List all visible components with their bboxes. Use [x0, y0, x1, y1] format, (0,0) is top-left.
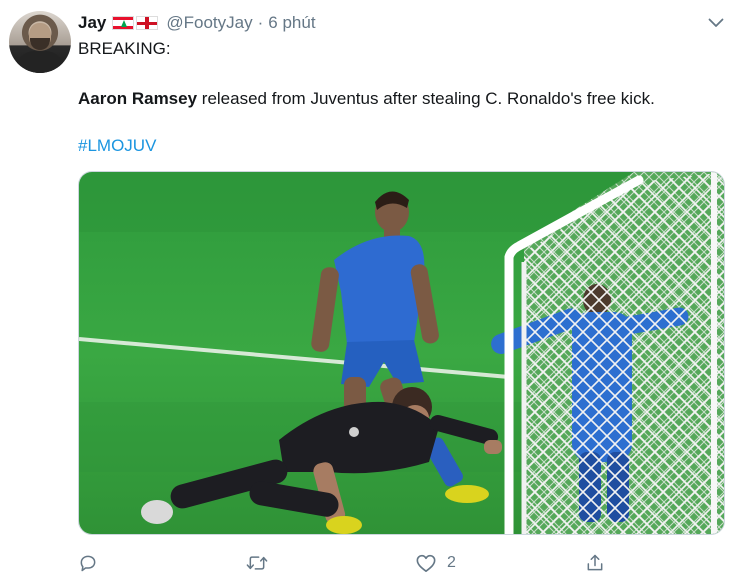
chevron-down-icon — [708, 18, 724, 27]
share-button[interactable] — [585, 553, 615, 573]
more-options-button[interactable] — [703, 12, 729, 34]
hashtag-line: #LMOJUV — [78, 135, 156, 157]
tweet-header: Jay @FootyJay · 6 phút — [78, 11, 316, 35]
tweet-media-image[interactable] — [78, 171, 725, 535]
reply-button[interactable] — [78, 553, 108, 573]
heart-icon — [416, 554, 436, 572]
tweet-actions: 2 — [0, 553, 733, 579]
england-flag-icon — [136, 16, 159, 30]
football-photo — [79, 172, 724, 534]
author-flags — [112, 16, 159, 30]
share-icon — [587, 554, 603, 571]
tweet[interactable]: Jay @FootyJay · 6 phút BREAKING: Aaron R… — [0, 0, 733, 579]
retweet-button[interactable] — [245, 553, 279, 573]
tweet-time[interactable]: 6 phút — [268, 13, 315, 33]
hashtag-link[interactable]: #LMOJUV — [78, 136, 156, 155]
author-handle[interactable]: @FootyJay — [166, 13, 252, 33]
tweet-bold-name: Aaron Ramsey — [78, 89, 198, 108]
retweet-icon — [246, 556, 268, 570]
author-name[interactable]: Jay — [78, 13, 106, 33]
lebanon-flag-icon — [112, 16, 135, 30]
avatar-beard — [30, 38, 50, 50]
avatar-shirt — [15, 51, 65, 73]
header-separator: · — [257, 13, 264, 32]
like-count: 2 — [447, 554, 456, 571]
avatar[interactable] — [9, 11, 71, 73]
tweet-text-rest: released from Juventus after stealing C.… — [197, 89, 655, 108]
tweet-text-line-2: Aaron Ramsey released from Juventus afte… — [78, 88, 655, 110]
tweet-text-line-1: BREAKING: — [78, 39, 171, 58]
reply-icon — [80, 555, 96, 572]
like-button[interactable]: 2 — [415, 553, 456, 573]
